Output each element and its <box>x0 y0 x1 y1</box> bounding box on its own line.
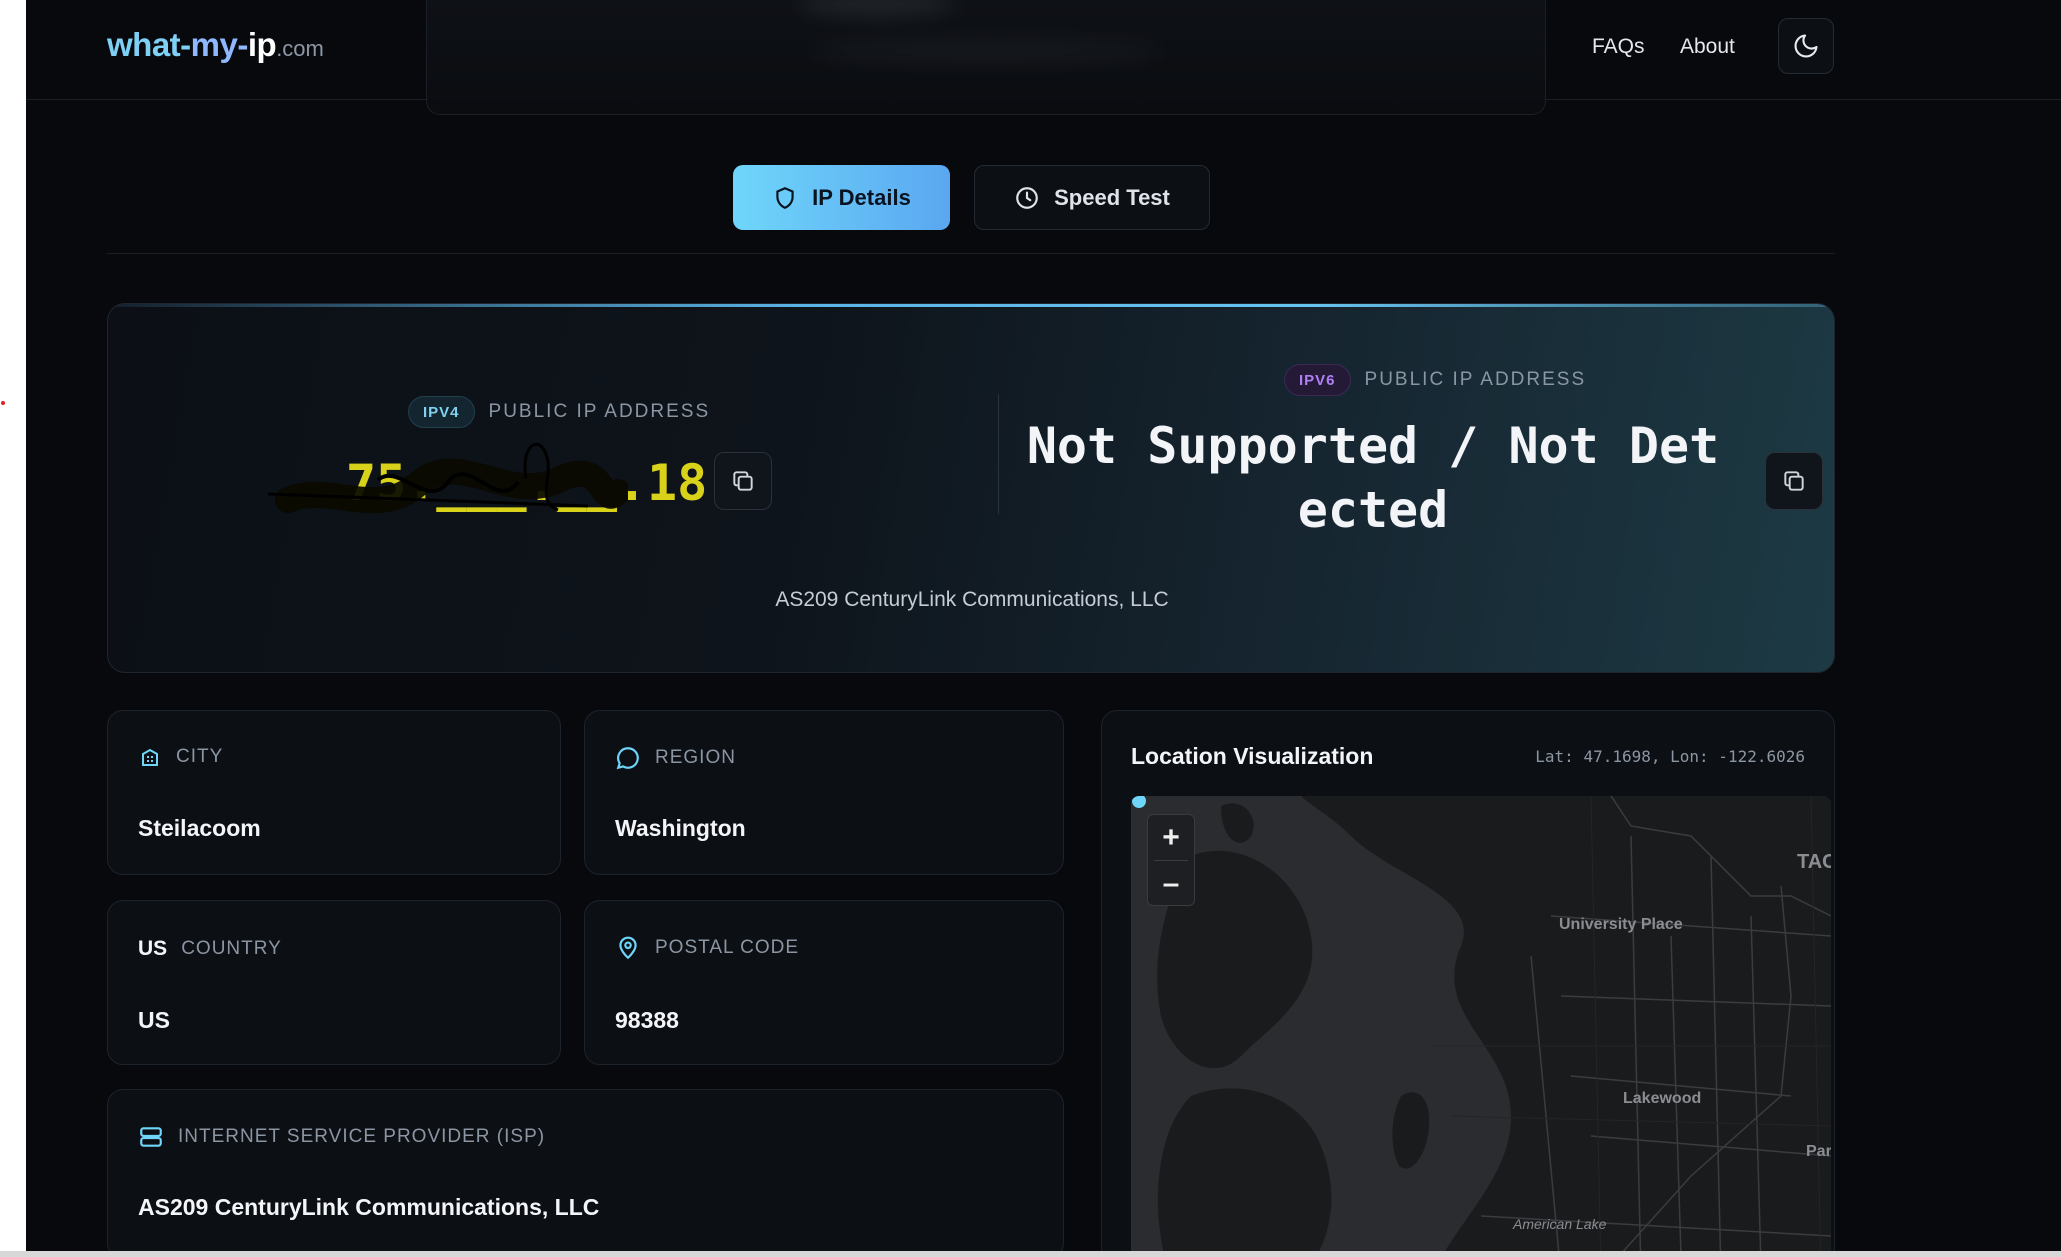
country-code-flag: US <box>138 937 168 960</box>
clock-icon <box>1016 186 1038 209</box>
tabs-divider <box>107 253 1835 254</box>
isp-value: AS209 CenturyLink Communications, LLC <box>138 1194 600 1220</box>
logo-tld: .com <box>276 36 324 61</box>
copy-icon <box>1784 471 1804 491</box>
map-zoom-control: + – <box>1147 814 1195 906</box>
ipv4-label: PUBLIC IP ADDRESS <box>488 401 711 422</box>
chat-bubble-icon <box>616 747 639 770</box>
region-card: REGION Washington <box>584 710 1064 875</box>
hero-isp-text: AS209 CenturyLink Communications, LLC <box>775 588 1169 611</box>
country-label: COUNTRY <box>181 938 282 959</box>
building-icon <box>142 748 158 766</box>
map-label-american-lake: American Lake <box>1513 1216 1607 1232</box>
location-map-card: Location Visualization Lat: 47.1698, Lon… <box>1101 710 1835 1251</box>
map-label-par: Par <box>1806 1143 1831 1160</box>
country-card: US COUNTRY US <box>107 900 561 1065</box>
header-banner <box>426 0 1546 115</box>
shield-icon <box>776 186 794 209</box>
hero-divider <box>998 394 999 514</box>
tab-speed-test[interactable]: Speed Test <box>974 165 1210 230</box>
map-pin-icon <box>619 936 637 960</box>
isp-label: INTERNET SERVICE PROVIDER (ISP) <box>178 1126 546 1147</box>
postal-label: POSTAL CODE <box>655 937 800 958</box>
country-value: US <box>138 1007 170 1033</box>
redaction-scribble <box>267 442 628 514</box>
ipv6-label: PUBLIC IP ADDRESS <box>1364 369 1587 390</box>
tab-ip-details-label: IP Details <box>812 184 911 210</box>
hero-accent-line <box>108 304 1834 307</box>
logo-part-ip: ip <box>247 26 277 63</box>
cursor-dot <box>1 401 5 405</box>
server-icon <box>140 1127 162 1147</box>
map-label-lakewood: Lakewood <box>1623 1090 1702 1107</box>
ipv6-address[interactable]: Not Supported / Not Detected <box>1018 414 1728 542</box>
copy-ipv6-button[interactable] <box>1765 452 1823 510</box>
country-label-row: US COUNTRY <box>138 937 282 961</box>
region-label: REGION <box>655 747 736 768</box>
logo-part-my: my- <box>190 26 249 63</box>
isp-label-row: INTERNET SERVICE PROVIDER (ISP) <box>138 1124 545 1150</box>
theme-toggle-button[interactable] <box>1778 18 1834 74</box>
city-label-row: CITY <box>138 745 223 769</box>
ipv6-badge: IPV6 <box>1284 364 1351 396</box>
logo-part-what: what- <box>107 26 191 63</box>
ip-hero-card: IPV4 PUBLIC IP ADDRESS 75.___.__.18 IPV6… <box>107 303 1835 673</box>
zoom-in-button[interactable]: + <box>1148 815 1194 860</box>
map-title: Location Visualization <box>1131 743 1374 769</box>
window-bottom-edge <box>0 1251 2061 1257</box>
region-label-row: REGION <box>615 745 736 771</box>
map-tiles <box>1131 796 1831 1251</box>
postal-card: POSTAL CODE 98388 <box>584 900 1064 1065</box>
ipv6-header: IPV6 PUBLIC IP ADDRESS <box>1284 364 1586 396</box>
map-label-university-place: University Place <box>1559 916 1683 933</box>
postal-label-row: POSTAL CODE <box>615 935 799 961</box>
copy-icon <box>733 471 753 491</box>
tab-speed-test-label: Speed Test <box>1054 184 1170 210</box>
site-logo[interactable]: what-my-ip.com <box>107 26 324 64</box>
postal-value: 98388 <box>615 1007 679 1033</box>
top-header: what-my-ip.com FAQs About <box>26 0 2061 115</box>
nav-faqs-link[interactable]: FAQs <box>1592 35 1645 59</box>
app-frame: what-my-ip.com FAQs About IP Details Spe… <box>26 0 2061 1251</box>
region-value: Washington <box>615 815 746 841</box>
map-coordinates: Lat: 47.1698, Lon: -122.6026 <box>1535 747 1805 766</box>
map-view[interactable]: TAC University Place Lakewood Par Americ… <box>1131 796 1831 1251</box>
city-label: CITY <box>176 746 224 767</box>
city-card: CITY Steilacoom <box>107 710 561 875</box>
nav-about-link[interactable]: About <box>1680 35 1735 59</box>
isp-card: INTERNET SERVICE PROVIDER (ISP) AS209 Ce… <box>107 1089 1064 1251</box>
moon-icon <box>1794 34 1818 58</box>
map-label-tac: TAC <box>1797 851 1831 873</box>
zoom-out-button[interactable]: – <box>1148 861 1194 906</box>
tab-ip-details[interactable]: IP Details <box>733 165 950 230</box>
city-value: Steilacoom <box>138 815 261 841</box>
copy-ipv4-button[interactable] <box>714 452 772 510</box>
